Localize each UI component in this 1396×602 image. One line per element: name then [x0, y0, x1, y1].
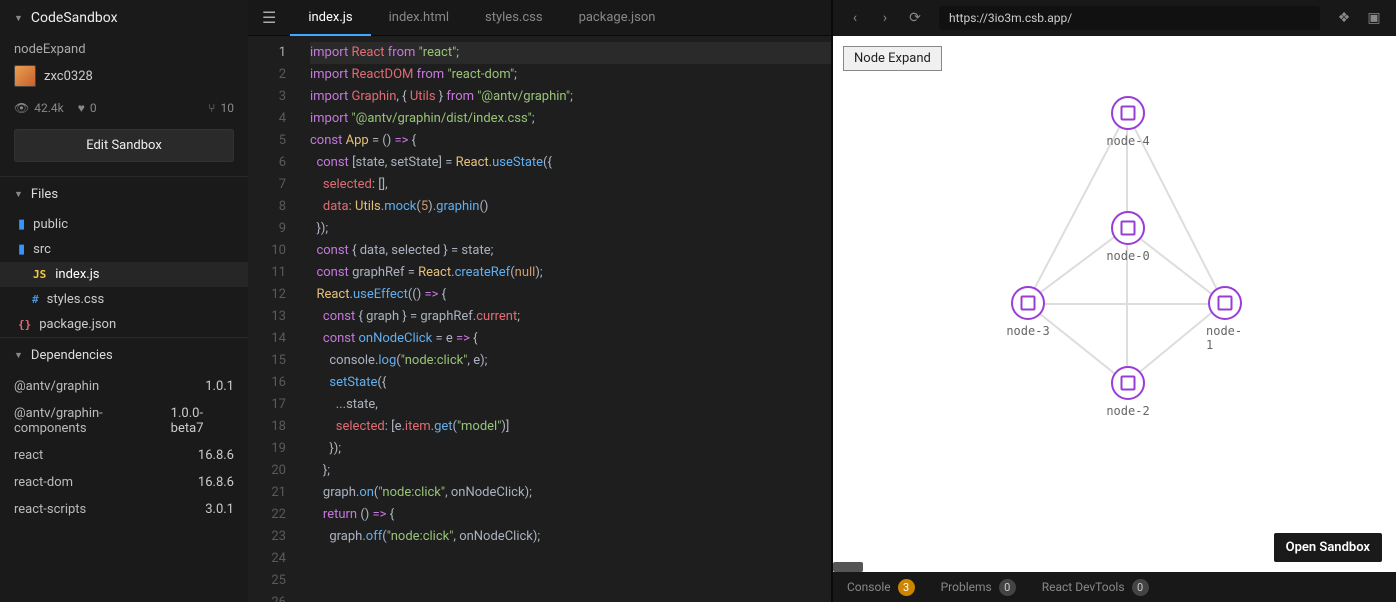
- forks-stat: ⑂ 10: [208, 101, 234, 115]
- edge: [1028, 303, 1225, 305]
- folder-icon: ▮: [18, 217, 25, 232]
- edge: [1027, 303, 1128, 384]
- json-icon: {}: [18, 318, 31, 331]
- graph-label: node-4: [1106, 134, 1149, 148]
- graph-label: node-2: [1106, 404, 1149, 418]
- dep-react-dom[interactable]: react-dom16.8.6: [0, 469, 248, 496]
- preview-content[interactable]: Node Expand node-0node-1node-2node-3node…: [833, 36, 1396, 572]
- h-scrollbar[interactable]: [833, 562, 1396, 572]
- graph-label: node-3: [1006, 324, 1049, 338]
- chevron-down-icon: ▼: [14, 350, 23, 361]
- graph-node-node-2[interactable]: [1111, 366, 1145, 400]
- menu-icon[interactable]: ☰: [248, 8, 290, 27]
- dep-react-scripts[interactable]: react-scripts3.0.1: [0, 496, 248, 523]
- preview-pane: ‹ › ⟳ https://3io3m.csb.app/ ❖ ▣ Node Ex…: [831, 0, 1396, 602]
- deps-section: ▼ Dependencies @antv/graphin1.0.1@antv/g…: [0, 337, 248, 523]
- node-expand-button[interactable]: Node Expand: [843, 46, 942, 71]
- graph-label: node-1: [1206, 324, 1244, 352]
- user-row[interactable]: zxc0328: [0, 59, 248, 97]
- back-icon[interactable]: ‹: [843, 10, 867, 26]
- files-header[interactable]: ▼ Files: [0, 177, 248, 212]
- editor-pane: ☰ index.jsindex.htmlstyles.csspackage.js…: [248, 0, 831, 602]
- tab-styles.css[interactable]: styles.css: [467, 0, 561, 35]
- code-content[interactable]: import React from "react";import ReactDO…: [298, 36, 831, 602]
- likes-stat: ♥ 0: [78, 101, 97, 115]
- reload-icon[interactable]: ⟳: [903, 10, 927, 26]
- console-tab-console[interactable]: Console3: [847, 579, 915, 596]
- chevron-down-icon: ▼: [14, 13, 23, 24]
- console-bar: Console3 Problems0 React DevTools0: [833, 572, 1396, 602]
- tab-bar: ☰ index.jsindex.htmlstyles.csspackage.js…: [248, 0, 831, 36]
- edge: [1027, 227, 1128, 303]
- graph-node-node-0[interactable]: [1111, 211, 1145, 245]
- stats-row: 👁 42.4k ♥ 0 ⑂ 10: [0, 97, 248, 129]
- graph-node-node-1[interactable]: [1208, 286, 1242, 320]
- product-header[interactable]: ▼ CodeSandbox: [0, 0, 248, 38]
- graph-node-node-3[interactable]: [1011, 286, 1045, 320]
- project-title: nodeExpand: [0, 38, 248, 59]
- js-icon: JS: [32, 268, 47, 281]
- grid-icon[interactable]: ❖: [1332, 10, 1356, 26]
- file-styles.css[interactable]: #styles.css: [0, 287, 248, 312]
- folder-icon: ▮: [18, 242, 25, 257]
- deps-header[interactable]: ▼ Dependencies: [0, 338, 248, 373]
- file-public[interactable]: ▮public: [0, 212, 248, 237]
- console-tab-problems[interactable]: Problems0: [941, 579, 1016, 596]
- url-input[interactable]: https://3io3m.csb.app/: [939, 6, 1320, 30]
- tab-package.json[interactable]: package.json: [561, 0, 674, 35]
- files-section: ▼ Files ▮public▮srcJSindex.js#styles.css…: [0, 176, 248, 337]
- code-area[interactable]: 1234567891011121314151617181920212223242…: [248, 36, 831, 602]
- edit-sandbox-button[interactable]: Edit Sandbox: [14, 129, 234, 162]
- graph-viz[interactable]: node-0 node-1 node-2 node-3 node-4: [983, 96, 1263, 456]
- username: zxc0328: [44, 69, 93, 84]
- main: ☰ index.jsindex.htmlstyles.csspackage.js…: [248, 0, 1396, 602]
- layout-icon[interactable]: ▣: [1362, 10, 1386, 26]
- dep-react[interactable]: react16.8.6: [0, 442, 248, 469]
- sidebar: ▼ CodeSandbox nodeExpand zxc0328 👁 42.4k…: [0, 0, 248, 602]
- console-tab-react-devtools[interactable]: React DevTools0: [1042, 579, 1149, 596]
- avatar: [14, 65, 36, 87]
- graph-node-node-4[interactable]: [1111, 96, 1145, 130]
- chevron-down-icon: ▼: [14, 189, 23, 200]
- file-src[interactable]: ▮src: [0, 237, 248, 262]
- browser-bar: ‹ › ⟳ https://3io3m.csb.app/ ❖ ▣: [833, 0, 1396, 36]
- product-name: CodeSandbox: [31, 10, 118, 26]
- dep--antv-graphin-components[interactable]: @antv/graphin-components1.0.0-beta7: [0, 400, 248, 442]
- views-stat: 👁 42.4k: [14, 101, 64, 115]
- css-icon: #: [32, 293, 39, 306]
- forward-icon[interactable]: ›: [873, 10, 897, 26]
- dep--antv-graphin[interactable]: @antv/graphin1.0.1: [0, 373, 248, 400]
- tab-index.js[interactable]: index.js: [290, 0, 370, 35]
- tab-index.html[interactable]: index.html: [371, 0, 467, 35]
- graph-label: node-0: [1106, 249, 1149, 263]
- line-gutter: 1234567891011121314151617181920212223242…: [248, 36, 298, 602]
- file-package.json[interactable]: {}package.json: [0, 312, 248, 337]
- open-sandbox-button[interactable]: Open Sandbox: [1274, 533, 1382, 562]
- file-index.js[interactable]: JSindex.js: [0, 262, 248, 287]
